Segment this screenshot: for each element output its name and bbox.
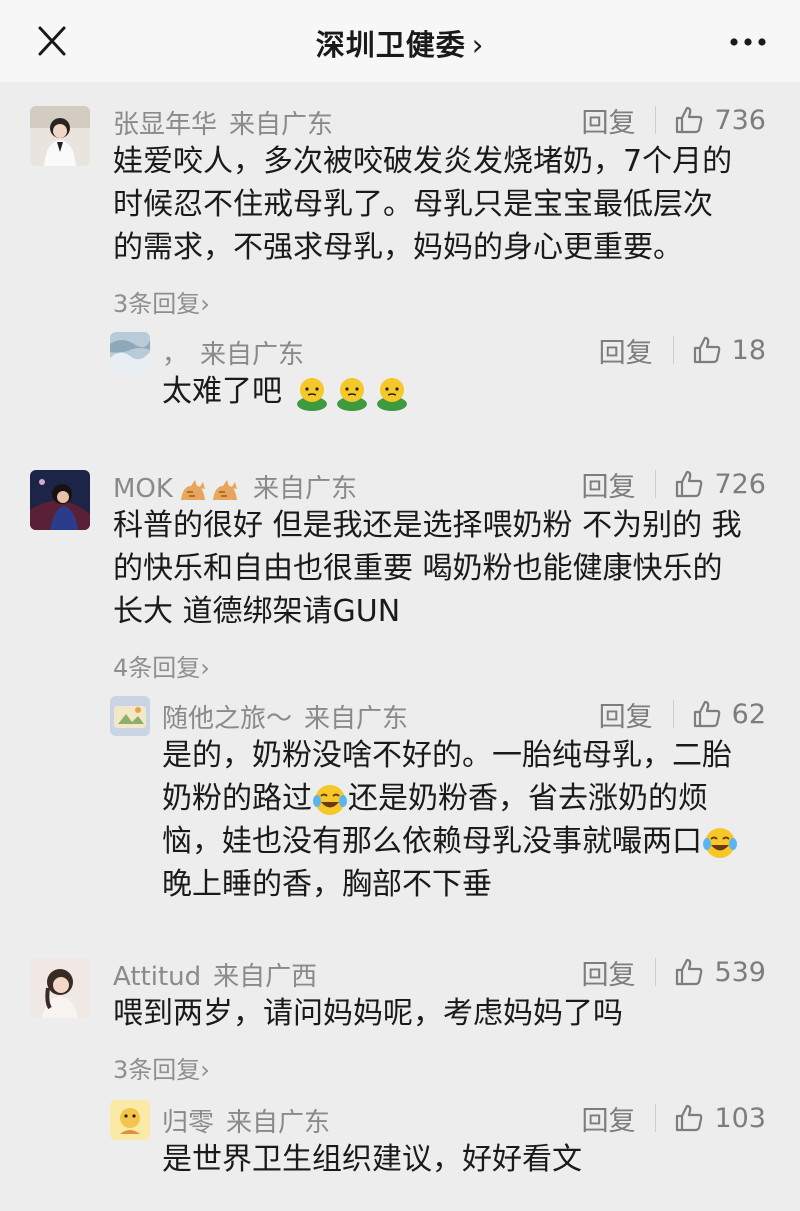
- author-location: 来自广东: [200, 340, 305, 370]
- like-count: 103: [714, 1102, 766, 1134]
- divider: [655, 106, 657, 134]
- comment-text: 喂到两岁，请问妈妈呢，考虑妈妈了吗: [113, 992, 623, 1035]
- thumbs-up-icon: [676, 958, 703, 986]
- cat-emoji-icon: [212, 479, 237, 500]
- comment-author: MOK 来自广东: [113, 468, 357, 505]
- like-count: 62: [731, 698, 766, 730]
- view-replies-link[interactable]: 3条回复›: [113, 1050, 210, 1085]
- like-button[interactable]: 62: [692, 699, 766, 730]
- thumbs-up-icon: [676, 106, 703, 134]
- text-line: 的需求，不强求母乳，妈妈的身心更重要。: [113, 230, 683, 265]
- like-button[interactable]: 18: [692, 335, 766, 366]
- comment-text: 娃爱咬人，多次被咬破发炎发烧堵奶，7个月的 时候忍不住戒母乳了。母乳只是宝宝最低…: [113, 140, 732, 269]
- author-name[interactable]: Attitud: [113, 962, 201, 992]
- more-button[interactable]: [726, 24, 770, 60]
- thumbs-up-icon: [693, 700, 720, 728]
- divider: [655, 958, 657, 986]
- text-line: 的快乐和自由也很重要 喝奶粉也能健康快乐的: [113, 551, 723, 586]
- reply-text: 太难了吧: [162, 370, 412, 413]
- crying-laughing-emoji-icon: [703, 827, 737, 858]
- avatar[interactable]: [110, 332, 150, 372]
- comment-author: 张显年华 来自广东: [113, 104, 333, 141]
- author-name[interactable]: MOK: [113, 474, 173, 504]
- text-line: 长大 道德绑架请GUN: [113, 594, 401, 629]
- comment-actions: 回复 736: [581, 100, 766, 140]
- top-bar: 深圳卫健委 ›: [0, 0, 800, 82]
- author-name[interactable]: ，: [162, 340, 188, 370]
- cat-emoji-icon: [180, 479, 205, 500]
- more-icon: [730, 38, 766, 46]
- text-segment: 恼，娃也没有那么依赖母乳没事就嘬两口: [162, 824, 702, 859]
- like-count: 539: [714, 956, 766, 988]
- text-line: 晚上睡的香，胸部不下垂: [162, 867, 492, 902]
- reply-button[interactable]: 回复: [599, 695, 653, 734]
- divider: [672, 700, 674, 728]
- divider: [672, 336, 674, 364]
- view-replies-link[interactable]: 3条回复›: [113, 284, 210, 319]
- chevron-right-icon: ›: [471, 28, 485, 62]
- text-line: 是世界卫生组织建议，好好看文: [162, 1142, 582, 1177]
- reply-author: 随他之旅～ 来自广东: [162, 698, 408, 735]
- like-count: 18: [731, 334, 766, 366]
- like-button[interactable]: 726: [674, 469, 766, 500]
- text-line: 时候忍不住戒母乳了。母乳只是宝宝最低层次: [113, 187, 713, 222]
- avatar[interactable]: [30, 106, 90, 166]
- text-segment: 奶粉的路过: [162, 781, 312, 816]
- like-count: 736: [714, 104, 766, 136]
- view-replies-link[interactable]: 4条回复›: [113, 648, 210, 683]
- sweat-emoji-icon: [336, 377, 367, 411]
- reply-actions: 回复 18: [599, 330, 766, 370]
- text-line: 是的，奶粉没啥不好的。一胎纯母乳，二胎: [162, 738, 732, 773]
- reply-actions: 回复 103: [581, 1098, 766, 1138]
- text-line: 太难了吧: [162, 374, 282, 409]
- avatar[interactable]: [110, 696, 150, 736]
- reply-button[interactable]: 回复: [581, 465, 635, 504]
- text-line-with-emoji: 恼，娃也没有那么依赖母乳没事就嘬两口: [162, 820, 738, 863]
- like-button[interactable]: 736: [674, 105, 766, 136]
- page-title-text: 深圳卫健委: [315, 28, 466, 62]
- crying-laughing-emoji-icon: [313, 784, 347, 815]
- author-location: 来自广东: [304, 704, 409, 734]
- reply-actions: 回复 62: [599, 694, 766, 734]
- reply-author: 归零 来自广东: [162, 1102, 330, 1139]
- page-title[interactable]: 深圳卫健委 ›: [0, 22, 800, 64]
- thumbs-up-icon: [676, 1104, 703, 1132]
- divider: [655, 1104, 657, 1132]
- reply-button[interactable]: 回复: [581, 101, 635, 140]
- reply-text: 是世界卫生组织建议，好好看文: [162, 1138, 582, 1181]
- comment-actions: 回复 539: [581, 952, 766, 992]
- like-button[interactable]: 103: [674, 1103, 766, 1134]
- author-name[interactable]: 归零: [162, 1108, 214, 1138]
- reply-author: ， 来自广东: [162, 334, 304, 371]
- avatar[interactable]: [30, 958, 90, 1018]
- sweat-emoji-icon: [376, 377, 407, 411]
- text-line-with-emoji: 奶粉的路过 还是奶粉香，省去涨奶的烦: [162, 777, 738, 820]
- text-line: 喂到两岁，请问妈妈呢，考虑妈妈了吗: [113, 996, 623, 1031]
- author-name[interactable]: 随他之旅～: [162, 704, 292, 734]
- reply-button[interactable]: 回复: [599, 331, 653, 370]
- text-segment: 还是奶粉香，省去涨奶的烦: [348, 781, 708, 816]
- thumbs-up-icon: [693, 336, 720, 364]
- thumbs-up-icon: [676, 470, 703, 498]
- sweat-emoji-icon: [296, 377, 327, 411]
- like-count: 726: [714, 468, 766, 500]
- author-location: 来自广东: [226, 1108, 331, 1138]
- divider: [655, 470, 657, 498]
- reply-text: 是的，奶粉没啥不好的。一胎纯母乳，二胎 奶粉的路过 还是奶粉香，省去涨奶的烦 恼…: [162, 734, 738, 906]
- reply-button[interactable]: 回复: [581, 1099, 635, 1138]
- avatar[interactable]: [30, 470, 90, 530]
- like-button[interactable]: 539: [674, 957, 766, 988]
- author-location: 来自广东: [252, 474, 357, 504]
- comment-text: 科普的很好 但是我还是选择喂奶粉 不为别的 我 的快乐和自由也很重要 喝奶粉也能…: [113, 504, 742, 633]
- comment-actions: 回复 726: [581, 464, 766, 504]
- author-location: 来自广西: [213, 962, 318, 992]
- text-line: 科普的很好 但是我还是选择喂奶粉 不为别的 我: [113, 508, 742, 543]
- comment-author: Attitud 来自广西: [113, 956, 317, 993]
- reply-button[interactable]: 回复: [581, 953, 635, 992]
- author-name[interactable]: 张显年华: [113, 110, 217, 140]
- author-location: 来自广东: [229, 110, 334, 140]
- text-line: 娃爱咬人，多次被咬破发炎发烧堵奶，7个月的: [113, 144, 733, 179]
- avatar[interactable]: [110, 1100, 150, 1140]
